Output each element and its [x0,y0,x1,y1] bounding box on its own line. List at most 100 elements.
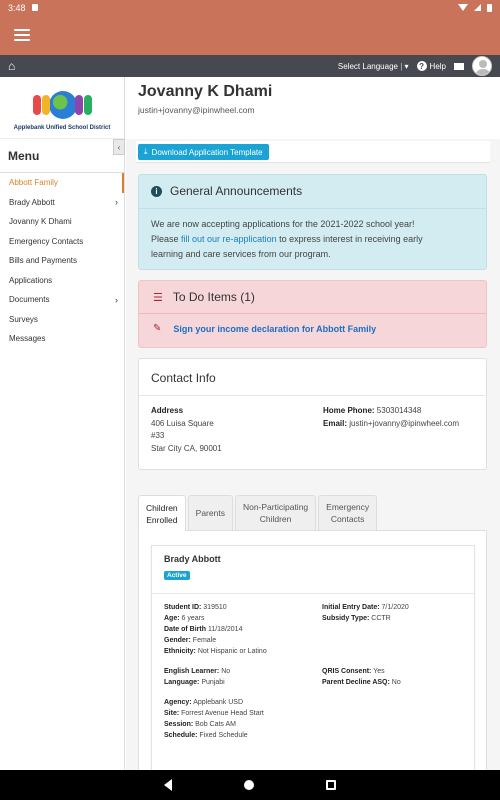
language-select[interactable]: Select Language | ▾ [338,62,409,71]
status-badge: Active [164,571,190,580]
sidebar: Applebank Unified School District Menu ‹… [0,77,125,770]
home-phone-value: 5303014348 [376,406,422,415]
profile-header: Jovanny K Dhami justin+jovanny@ipinwheel… [126,77,500,139]
home-phone-label: Home Phone: [323,406,375,415]
download-strip: ⤓ Download Application Template [136,141,490,163]
field-label: Parent Decline ASQ: [322,679,390,686]
field-label: Date of Birth [164,626,206,633]
ethnicity-value: Not Hispanic or Latino [197,648,267,655]
household-tabs: Children Enrolled Parents Non-Participati… [138,495,487,532]
sidebar-item-label: Applications [9,275,53,285]
age-value: 6 years [181,615,205,622]
download-icon: ⤓ [144,147,148,156]
announcement-line: learning and care services from our prog… [151,249,331,259]
sidebar-item-brady-abbott[interactable]: Brady Abbott › [0,193,124,213]
field-label: Age: [164,615,180,622]
sidebar-item-applications[interactable]: Applications [0,271,124,291]
site-value: Forrest Avenue Head Start [181,710,264,717]
wifi-icon [458,4,468,11]
child-card: Brady Abbott Active Student ID: 319510 A… [151,545,475,770]
tab-label: Children [146,503,178,513]
dob-value: 11/18/2014 [207,626,243,633]
tab-children-enrolled[interactable]: Children Enrolled [138,495,186,532]
district-logo: Applebank Unified School District [0,77,124,139]
field-label: Subsidy Type: [322,615,370,622]
status-time: 3:48 [8,2,26,13]
student-id-value: 319510 [203,604,227,611]
tab-emergency-contacts[interactable]: Emergency Contacts [318,495,378,530]
field-label: Session: [164,721,194,728]
tab-label: Children [259,514,292,524]
email-value: justin+jovanny@ipinwheel.com [349,418,459,428]
schedule-value: Fixed Schedule [199,732,248,739]
sidebar-item-messages[interactable]: Messages [0,329,124,349]
recent-apps-icon[interactable] [326,780,336,790]
qris-value: Yes [373,668,385,675]
home-circle-icon[interactable] [244,780,254,790]
field-label: QRIS Consent: [322,668,372,675]
hamburger-menu-icon[interactable] [14,29,30,41]
tab-label: Emergency [326,502,370,512]
sign-icon: ✎ [153,323,162,334]
tab-label: Parents [195,508,225,518]
english-learner-value: No [221,668,231,675]
sidebar-item-bills-payments[interactable]: Bills and Payments [0,251,124,271]
chevron-right-icon: › [115,197,118,208]
sidebar-item-jovanny-dhami[interactable]: Jovanny K Dhami [0,212,124,232]
help-button[interactable]: ? Help [416,61,446,71]
tab-label: Enrolled [146,515,178,525]
top-nav: ⌂ Select Language | ▾ ? Help [0,55,500,77]
chevron-down-icon: ▾ [404,61,409,71]
agency-value: Applebank USD [193,699,243,706]
todo-card: ☰ To Do Items (1) ✎ Sign your income dec… [138,280,487,348]
language-value: Punjabi [201,679,225,686]
tab-parents[interactable]: Parents [187,495,233,530]
sidebar-item-label: Abbott Family [9,178,58,188]
list-icon: ☰ [153,291,163,304]
divider: | [400,61,405,71]
field-label: Gender: [164,637,191,644]
tab-label: Non-Participating [242,502,309,512]
email-label: Email: [323,418,348,428]
sidebar-item-surveys[interactable]: Surveys [0,310,124,330]
mail-icon[interactable] [454,62,464,70]
logo-caption: Applebank Unified School District [13,124,111,131]
signal-icon [474,4,481,11]
profile-name: Jovanny K Dhami [138,83,273,100]
field-label: Language: [164,679,200,686]
download-template-button[interactable]: ⤓ Download Application Template [138,144,269,160]
chevron-right-icon: › [115,294,118,305]
sidebar-item-label: Emergency Contacts [9,236,84,246]
sidebar-item-documents[interactable]: Documents › [0,290,124,310]
language-select-label: Select Language [337,61,398,71]
announcement-line: We are now accepting applications for th… [151,219,415,229]
todo-item-link[interactable]: Sign your income declaration for Abbott … [173,324,376,334]
field-label: Schedule: [164,732,198,739]
child-name: Brady Abbott [164,554,221,564]
announcement-text: Please [151,234,182,244]
info-icon: i [151,185,162,197]
sidebar-item-emergency-contacts[interactable]: Emergency Contacts [0,232,124,252]
profile-email: justin+jovanny@ipinwheel.com [138,105,255,115]
subsidy-value: CCTR [371,615,391,622]
home-icon[interactable]: ⌂ [8,59,15,73]
collapse-sidebar-button[interactable]: ‹ [113,139,125,155]
logo-image [27,85,97,123]
reapplication-link[interactable]: fill out our re-application [181,234,277,244]
tab-non-participating-children[interactable]: Non-Participating Children [234,495,317,530]
sidebar-item-label: Brady Abbott [9,197,55,207]
main-content: Jovanny K Dhami justin+jovanny@ipinwheel… [126,77,500,770]
field-label: Initial Entry Date: [322,604,380,611]
back-icon[interactable] [164,779,172,791]
address-line: #33 [151,431,165,440]
field-label: Site: [164,710,180,717]
asq-value: No [391,679,401,686]
session-value: Bob Cats AM [195,721,236,728]
sidebar-item-label: Bills and Payments [9,256,78,266]
sidebar-item-abbott-family[interactable]: Abbott Family [0,173,124,193]
tab-label: Contacts [330,514,365,524]
avatar[interactable] [472,56,492,76]
announcements-body: We are now accepting applications for th… [139,209,486,270]
announcement-text: to express interest in receiving early [276,234,423,244]
children-enrolled-panel: Brady Abbott Active Student ID: 319510 A… [138,531,487,770]
